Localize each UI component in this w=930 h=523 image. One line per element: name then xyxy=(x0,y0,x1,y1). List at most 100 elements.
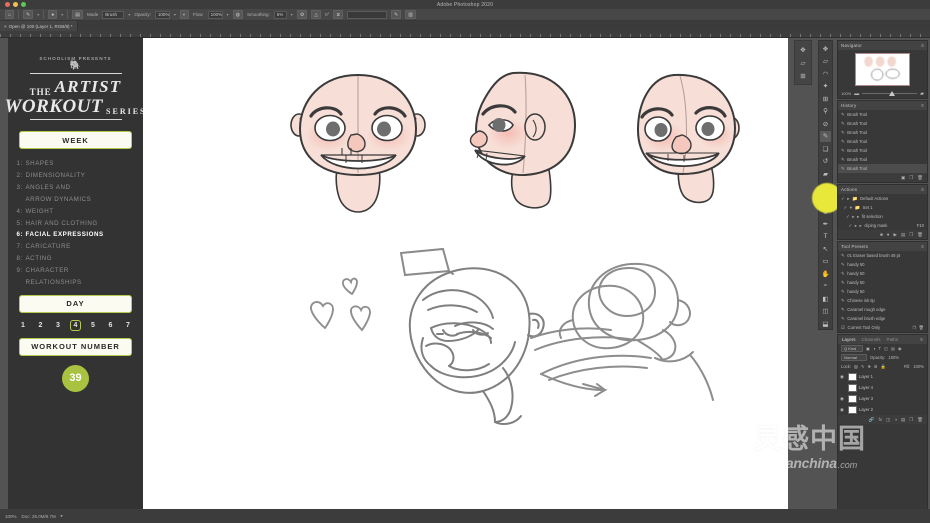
panel-menu-icon-layers[interactable]: ≡ xyxy=(920,337,923,343)
layer-visibility-icon[interactable]: ◉ xyxy=(840,396,846,402)
action-row[interactable]: ✓ ▸ ▸ fit selection xyxy=(838,212,927,221)
play-icon[interactable]: ▶ xyxy=(894,232,897,238)
layers-filter-row[interactable]: Q Kind ▣ ◑ T ◰ ▤ ◉ xyxy=(838,344,927,353)
fx-icon[interactable]: fx xyxy=(878,417,882,422)
day-button[interactable]: DAY xyxy=(19,294,132,313)
layer-row[interactable]: ◉ Layer 1 xyxy=(838,371,927,382)
new-layer-icon[interactable]: ❐ xyxy=(909,417,913,423)
shape-tool-icon[interactable]: ▭ xyxy=(820,256,831,267)
new-preset-icon[interactable]: ❐ xyxy=(912,325,916,330)
mode-chevron-icon[interactable]: ▾ xyxy=(128,12,130,17)
lesson-item-3[interactable]: 3: ANGLES AND xyxy=(17,182,135,194)
action-toggle-icon[interactable]: ✓ xyxy=(844,205,848,211)
fill-value[interactable]: 100% xyxy=(913,364,924,369)
smoothing-options-button[interactable]: ⚙ xyxy=(296,10,308,19)
flow-value[interactable]: 100% xyxy=(207,10,223,19)
layers-lock-row[interactable]: Lock: ▨ ✎ ✥ ⊞ 🔒 Fill: 100% xyxy=(838,362,927,371)
move-tool-icon[interactable]: ✥ xyxy=(798,44,809,55)
eraser-icon[interactable]: ▰ xyxy=(820,168,831,179)
history-item[interactable]: ✎ Brush Tool xyxy=(838,110,927,119)
smoothing-chevron-icon[interactable]: ▾ xyxy=(291,12,293,17)
flow-chevron-icon[interactable]: ▾ xyxy=(227,12,229,17)
lock-image-icon[interactable]: ✎ xyxy=(861,364,865,369)
tool-group-top[interactable]: ✥ ▱ ⊞ xyxy=(794,40,812,85)
action-expand-icon[interactable]: ▸ xyxy=(855,223,857,229)
panel-menu-icon-actions[interactable]: ≡ xyxy=(921,187,924,193)
lesson-item-10[interactable]: 9: CHARACTER xyxy=(17,265,135,277)
symmetry-icon[interactable]: ⧖ xyxy=(333,10,343,19)
workout-number-button[interactable]: WORKOUT NUMBER xyxy=(19,337,132,356)
group-layers-icon[interactable]: ▤ xyxy=(901,417,905,423)
zoom-out-icon[interactable]: ▬ xyxy=(854,91,859,97)
marquee-tool-icon[interactable]: ▱ xyxy=(820,56,831,67)
opacity-chevron-icon[interactable]: ▾ xyxy=(174,12,176,17)
lesson-item-7[interactable]: 6: FACIAL EXPRESSIONS xyxy=(17,229,135,241)
tab-channels[interactable]: Channels xyxy=(862,337,881,342)
lesson-item-1[interactable]: 1: SHAPES xyxy=(17,158,135,170)
panel-menu-icon-presets[interactable]: ≡ xyxy=(921,244,924,250)
slider-knob[interactable] xyxy=(888,90,895,96)
lesson-item-9[interactable]: 8: ACTING xyxy=(17,253,135,265)
adjustment-layer-icon[interactable]: ◑ xyxy=(894,417,897,422)
history-list[interactable]: ✎ Brush Tool ✎ Brush Tool ✎ Brush Tool ✎ Brush … xyxy=(838,110,927,173)
lesson-item-4[interactable]: ARROW DYNAMICS xyxy=(17,194,135,206)
tool-preset-item[interactable]: ✎ Caramel brush edge xyxy=(838,314,927,323)
screen-mode-icon[interactable]: ⬓ xyxy=(820,318,831,329)
brush-settings-panel-button[interactable]: ▤ xyxy=(72,10,84,19)
navigator-thumbnail[interactable] xyxy=(855,53,910,86)
day-selector[interactable]: 1234567 xyxy=(18,319,134,331)
quick-mask-icon[interactable]: ◫ xyxy=(820,306,831,317)
mask-icon[interactable]: ◫ xyxy=(886,417,890,423)
current-tool-only-row[interactable]: ☑ Current Tool Only ❐ 🗑 xyxy=(838,323,927,332)
pressure-opacity-toggle[interactable]: ◐ xyxy=(179,10,189,19)
layer-row[interactable]: Layer 4 xyxy=(838,382,927,393)
stop-icon[interactable]: ■ xyxy=(880,232,883,237)
brush-angle-icon[interactable]: △ xyxy=(311,10,322,19)
tool-preset-item[interactable]: ✎ Chinese ink tip xyxy=(838,296,927,305)
day-option-3[interactable]: 3 xyxy=(53,320,64,331)
chevron-down-icon[interactable]: ▾ xyxy=(37,12,39,17)
lock-artboard-icon[interactable]: ⊞ xyxy=(874,364,878,369)
eyedropper-icon[interactable]: ⚲ xyxy=(820,106,831,117)
path-select-icon[interactable]: ↖ xyxy=(820,243,831,254)
week-button[interactable]: WEEK xyxy=(19,131,132,149)
record-icon[interactable]: ● xyxy=(887,232,890,237)
history-item[interactable]: ✎ Brush Tool xyxy=(838,164,927,173)
home-button[interactable]: ⌂ xyxy=(5,10,15,19)
canvas-artboard[interactable] xyxy=(143,38,788,518)
opacity-value[interactable]: 100% xyxy=(154,10,170,19)
history-item[interactable]: ✎ Brush Tool xyxy=(838,155,927,164)
clone-stamp-icon[interactable]: ❏ xyxy=(820,143,831,154)
chevron-down-icon-2[interactable]: ▾ xyxy=(61,12,63,17)
status-arrow-icon[interactable]: ▸ xyxy=(61,513,63,519)
pixel-filter-icon[interactable]: ▣ xyxy=(866,346,870,351)
snapshot-icon[interactable]: ▣ xyxy=(901,175,905,181)
pressure-size-toggle[interactable]: ✎ xyxy=(390,10,402,19)
opacity-value-layers[interactable]: 100% xyxy=(888,355,899,360)
history-footer[interactable]: ▣ ❐ 🗑 xyxy=(838,173,927,182)
tab-layers[interactable]: Layers xyxy=(842,337,856,342)
brush-tool-icon[interactable]: ✎ xyxy=(23,10,34,19)
document-tab-close-icon[interactable]: × xyxy=(4,24,7,29)
lesson-item-6[interactable]: 5: HAIR AND CLOTHING xyxy=(17,218,135,230)
tool-preset-item[interactable]: ✎ handy 50 xyxy=(838,287,927,296)
layers-footer[interactable]: 🔗 fx ◫ ◑ ▤ ❐ 🗑 xyxy=(838,415,927,424)
actions-list[interactable]: ✓ ▸ 📁 Default Actions ✓ ▾ 📁 Set 1 ✓ ▸ ▸ fit selecti… xyxy=(838,194,927,230)
zoom-in-icon[interactable]: ▰ xyxy=(920,91,924,97)
layer-row[interactable]: ◉ Layer 2 xyxy=(838,404,927,415)
actions-footer[interactable]: ■ ● ▶ ▤ ❐ 🗑 xyxy=(838,230,927,239)
layer-visibility-icon[interactable]: ◉ xyxy=(840,374,846,380)
history-brush-icon[interactable]: ↺ xyxy=(820,156,831,167)
lesson-item-5[interactable]: 4: WEIGHT xyxy=(17,206,135,218)
lesson-item-8[interactable]: 7: CARICATURE xyxy=(17,241,135,253)
navigator-zoom-slider[interactable] xyxy=(862,90,918,96)
brush-tool-icon[interactable]: ✎ xyxy=(820,130,831,142)
hand-tool-icon[interactable]: ✋ xyxy=(820,268,831,279)
action-expand-icon[interactable]: ▸ xyxy=(847,196,849,202)
history-item[interactable]: ✎ Brush Tool xyxy=(838,128,927,137)
smoothing-value[interactable]: 5% xyxy=(273,10,287,19)
adjustment-filter-icon[interactable]: ◑ xyxy=(873,346,876,351)
brush-preset-picker[interactable]: ● xyxy=(48,10,58,19)
tool-preset-item[interactable]: ✎ handy 50 xyxy=(838,260,927,269)
history-item[interactable]: ✎ Brush Tool xyxy=(838,137,927,146)
